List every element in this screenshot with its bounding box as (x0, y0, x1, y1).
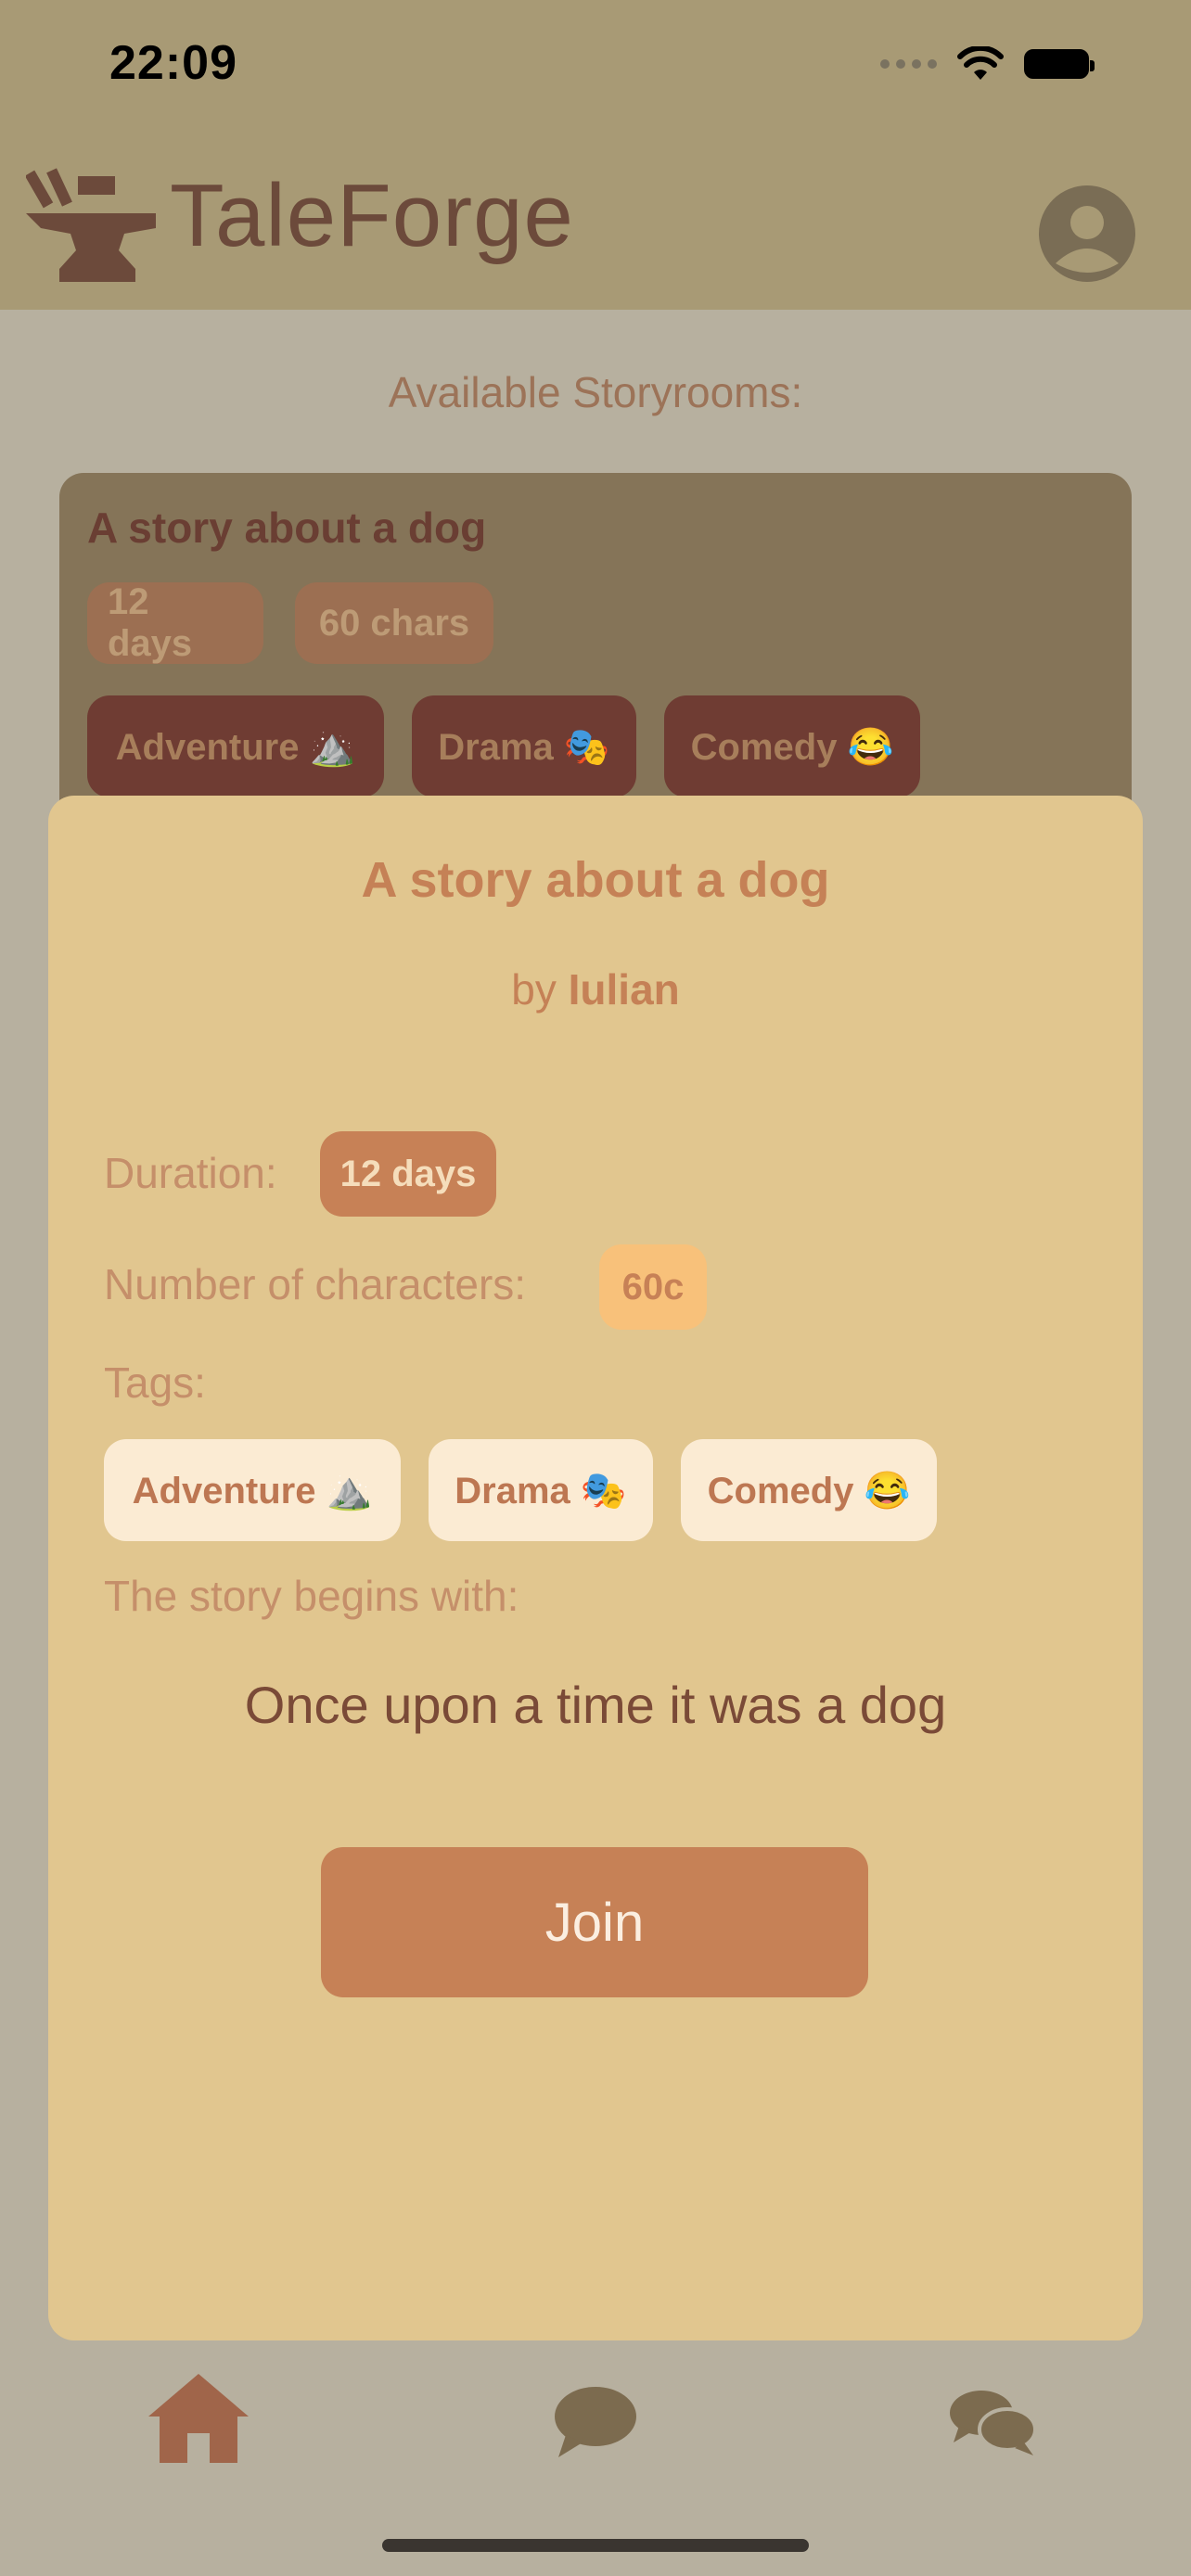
author-name: Iulian (568, 965, 680, 1014)
tab-chat[interactable] (555, 2387, 636, 2462)
opening-text: Once upon a time it was a dog (244, 1676, 947, 1734)
tab-home[interactable] (148, 2374, 249, 2468)
status-time: 22:09 (109, 36, 237, 90)
characters-badge: 60c (599, 1244, 707, 1330)
characters-label: Number of characters: (104, 1260, 527, 1308)
card-title: A story about a dog (87, 504, 487, 552)
profile-button[interactable] (1039, 185, 1135, 282)
status-icons (880, 46, 1095, 82)
user-avatar-icon (1056, 206, 1119, 273)
story-title: A story about a dog (361, 852, 830, 908)
tag-adventure: Adventure ⛰️ (104, 1439, 401, 1541)
storyroom-detail-sheet: A story about a dog by Iulian Duration: … (48, 796, 1143, 2340)
signal-icon (880, 59, 937, 69)
begins-label: The story begins with: (104, 1572, 519, 1620)
author-prefix: by (511, 965, 557, 1014)
app-header: 22:09 TaleForge (0, 0, 1191, 310)
tag-drama: Drama 🎭 (429, 1439, 653, 1541)
chat-bubble-icon (555, 2387, 636, 2457)
card-tag-comedy: Comedy 😂 (664, 695, 920, 797)
tag-comedy: Comedy 😂 (681, 1439, 937, 1541)
anvil-icon (26, 168, 156, 282)
home-icon (148, 2374, 249, 2463)
card-tag-adventure: Adventure ⛰️ (87, 695, 384, 797)
tab-conversations[interactable] (950, 2389, 1037, 2460)
card-duration-badge: 12 days (87, 581, 263, 664)
duration-badge: 12 days (320, 1131, 496, 1217)
tags-label: Tags: (104, 1358, 206, 1407)
chat-bubbles-icon (950, 2391, 1037, 2455)
duration-label: Duration: (104, 1149, 277, 1197)
app-title: TaleForge (170, 166, 574, 265)
section-title: Available Storyrooms: (388, 368, 803, 416)
battery-icon (1024, 49, 1095, 79)
join-button[interactable]: Join (321, 1847, 868, 1997)
card-tag-drama: Drama 🎭 (412, 695, 636, 797)
story-author: by Iulian (48, 964, 1143, 1014)
card-characters-badge: 60 chars (295, 582, 493, 664)
home-indicator[interactable] (382, 2539, 809, 2552)
storyroom-card[interactable]: A story about a dog 12 days 60 chars Adv… (59, 473, 1132, 825)
wifi-icon (957, 46, 1004, 80)
